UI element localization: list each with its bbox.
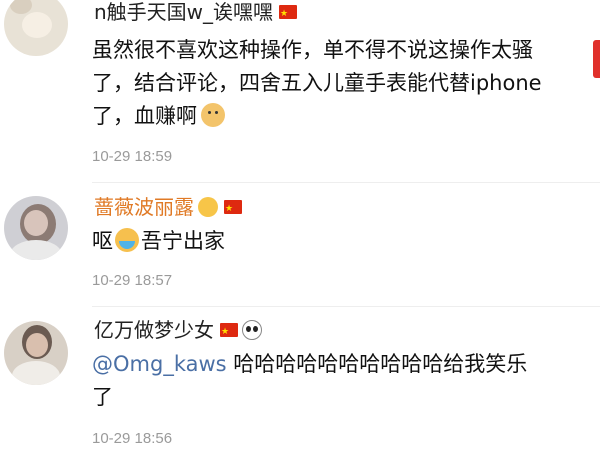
username[interactable]: n触手天国w_诶嘿嘿 (94, 0, 298, 26)
divider (92, 306, 600, 307)
china-flag-icon (220, 320, 238, 344)
comment-text: @Omg_kaws 哈哈哈哈哈哈哈哈哈哈给我笑乐 了 (92, 352, 528, 409)
avatar[interactable] (4, 321, 68, 385)
panda-icon (242, 320, 262, 340)
comment-text: 虽然很不喜欢这种操作，单不得不说这操作太骚 了，结合评论，四舍五入儿童手表能代替… (92, 38, 542, 128)
timestamp: 10-29 18:59 (92, 148, 173, 165)
china-flag-icon (279, 2, 298, 26)
divider (92, 182, 600, 183)
timestamp: 10-29 18:56 (92, 430, 173, 447)
doge-icon (201, 103, 225, 127)
username[interactable]: 蔷薇波丽露 (94, 195, 242, 221)
scared-face-icon (198, 197, 218, 217)
comment-text: 呕吾宁出家 (92, 228, 225, 253)
crying-face-icon (115, 228, 139, 252)
avatar[interactable] (4, 0, 68, 56)
mention-link[interactable]: @Omg_kaws (92, 352, 227, 376)
username[interactable]: 亿万做梦少女 (94, 318, 262, 344)
side-badge (593, 40, 600, 78)
timestamp: 10-29 18:57 (92, 272, 173, 289)
avatar[interactable] (4, 196, 68, 260)
china-flag-icon (224, 197, 242, 221)
